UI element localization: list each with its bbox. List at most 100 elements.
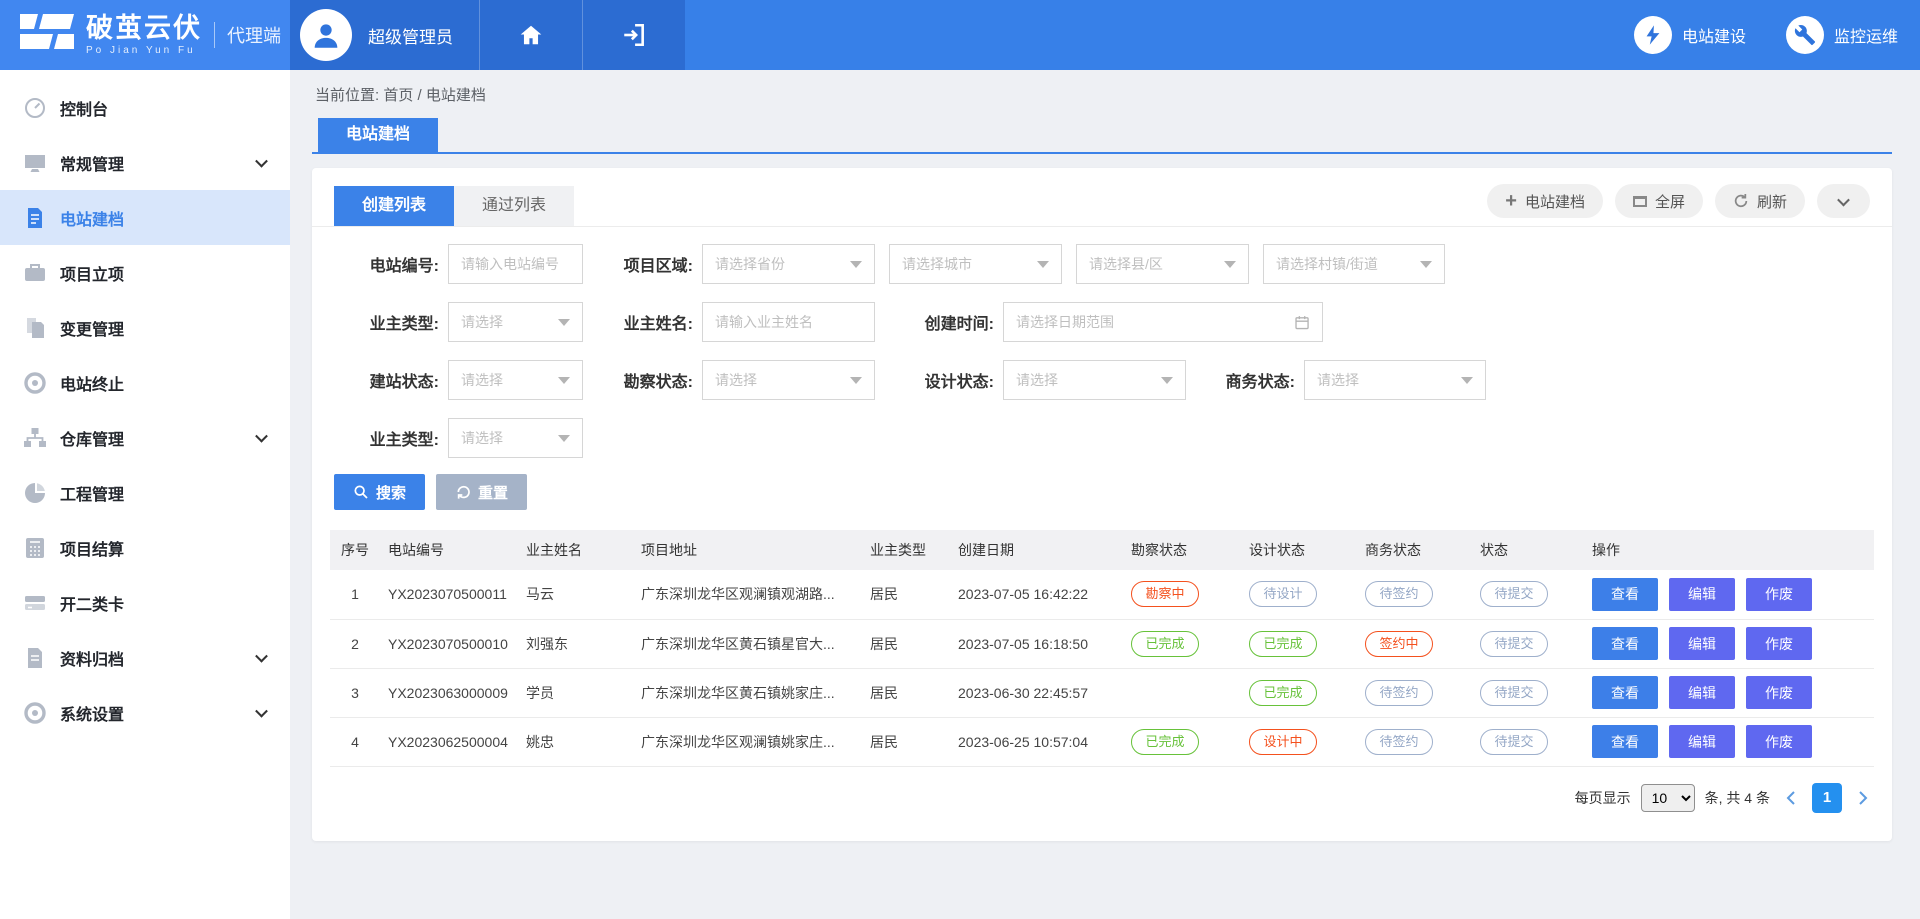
breadcrumb-current: 电站建档	[426, 87, 486, 104]
status-badge: 待提交	[1480, 631, 1548, 657]
nav-station-build[interactable]: 电站建设	[1634, 16, 1746, 54]
chevron-right-icon	[1856, 790, 1870, 806]
cell-created: 2023-07-05 16:42:22	[950, 570, 1123, 619]
next-page-button[interactable]	[1852, 790, 1874, 806]
build-status-select[interactable]: 请选择	[448, 360, 583, 400]
province-select[interactable]: 请选择省份	[702, 244, 875, 284]
county-select[interactable]: 请选择县/区	[1076, 244, 1249, 284]
tab-passed-list[interactable]: 通过列表	[454, 186, 574, 226]
edit-button[interactable]: 编辑	[1669, 725, 1735, 758]
chevron-down-icon	[1837, 193, 1850, 206]
col-actions: 操作	[1584, 530, 1874, 570]
design-status-select[interactable]: 请选择	[1003, 360, 1186, 400]
business-status-badge: 签约中	[1365, 631, 1433, 657]
owner-type2-label: 业主类型:	[342, 426, 448, 450]
station-code-input[interactable]	[461, 256, 570, 272]
collapse-filters-button[interactable]	[1817, 184, 1870, 218]
business-status-select[interactable]: 请选择	[1304, 360, 1486, 400]
owner-type2-select[interactable]: 请选择	[448, 418, 583, 458]
refresh-icon	[1733, 193, 1749, 209]
prev-page-button[interactable]	[1780, 790, 1802, 806]
breadcrumb-home[interactable]: 首页	[383, 87, 413, 104]
home-button[interactable]	[479, 0, 582, 70]
fullscreen-button[interactable]: 全屏	[1615, 184, 1703, 218]
search-label: 搜索	[376, 482, 406, 503]
view-button[interactable]: 查看	[1592, 578, 1658, 611]
logout-button[interactable]	[582, 0, 685, 70]
edit-button[interactable]: 编辑	[1669, 578, 1735, 611]
sidebar-item-open-type2-card[interactable]: 开二类卡	[0, 575, 290, 630]
town-select[interactable]: 请选择村镇/街道	[1263, 244, 1445, 284]
sidebar-item-general-management[interactable]: 常规管理	[0, 135, 290, 190]
page-1-button[interactable]: 1	[1812, 783, 1842, 813]
void-button[interactable]: 作废	[1746, 578, 1812, 611]
void-button[interactable]: 作废	[1746, 676, 1812, 709]
edit-button[interactable]: 编辑	[1669, 627, 1735, 660]
cell-index: 4	[330, 717, 380, 766]
sidebar-item-project-settlement[interactable]: 项目结算	[0, 520, 290, 575]
add-station-label: 电站建档	[1525, 191, 1585, 212]
logout-icon	[621, 22, 647, 48]
sidebar-item-project-initiation[interactable]: 项目立项	[0, 245, 290, 300]
sidebar-item-console[interactable]: 控制台	[0, 80, 290, 135]
sidebar-item-station-termination[interactable]: 电站终止	[0, 355, 290, 410]
reset-button[interactable]: 重置	[436, 474, 527, 510]
survey-status-select[interactable]: 请选择	[702, 360, 875, 400]
brand-text: 破茧云伏 Po Jian Yun Fu	[86, 15, 202, 56]
cell-code: YX2023070500010	[380, 619, 518, 668]
cell-address: 广东深圳龙华区黄石镇星官大...	[633, 619, 862, 668]
design-status-placeholder: 请选择	[1016, 370, 1058, 390]
cell-created: 2023-06-25 10:57:04	[950, 717, 1123, 766]
cell-index: 3	[330, 668, 380, 717]
city-select[interactable]: 请选择城市	[889, 244, 1062, 284]
col-address: 项目地址	[633, 530, 862, 570]
briefcase-icon	[22, 260, 48, 286]
total-count-label: 条, 共 4 条	[1705, 788, 1770, 808]
sidebar-item-engineering-management[interactable]: 工程管理	[0, 465, 290, 520]
home-icon	[518, 22, 544, 48]
nav-monitor-ops[interactable]: 监控运维	[1786, 16, 1898, 54]
view-button[interactable]: 查看	[1592, 627, 1658, 660]
user-chip[interactable]: 超级管理员	[290, 0, 479, 70]
cell-index: 1	[330, 570, 380, 619]
filter-row-1: 电站编号: 项目区域: 请选择省份 请选择城市 请选择县/区	[342, 244, 1892, 284]
sidebar-item-system-settings[interactable]: 系统设置	[0, 685, 290, 740]
filter-buttons: 搜索 重置	[312, 474, 1892, 510]
survey-status-badge: 已完成	[1131, 729, 1199, 755]
edit-button[interactable]: 编辑	[1669, 676, 1735, 709]
sidebar-item-data-archive[interactable]: 资料归档	[0, 630, 290, 685]
caret-down-icon	[850, 261, 862, 268]
business-status-badge: 待签约	[1365, 729, 1433, 755]
void-button[interactable]: 作废	[1746, 725, 1812, 758]
date-range-input[interactable]	[1016, 314, 1294, 330]
status-badge: 待提交	[1480, 729, 1548, 755]
view-button[interactable]: 查看	[1592, 725, 1658, 758]
cell-type: 居民	[862, 668, 950, 717]
chevron-down-icon	[255, 649, 268, 662]
view-button[interactable]: 查看	[1592, 676, 1658, 709]
sidebar-item-change-management[interactable]: 变更管理	[0, 300, 290, 355]
business-status-badge: 待签约	[1365, 680, 1433, 706]
search-button[interactable]: 搜索	[334, 474, 425, 510]
file-icon	[22, 645, 48, 671]
owner-type-select[interactable]: 请选择	[448, 302, 583, 342]
page-title-tab[interactable]: 电站建档	[318, 118, 438, 152]
tab-create-list[interactable]: 创建列表	[334, 186, 454, 226]
refresh-label: 刷新	[1757, 191, 1787, 212]
cell-address: 广东深圳龙华区黄石镇姚家庄...	[633, 668, 862, 717]
create-time-field[interactable]	[1003, 302, 1323, 342]
owner-name-input[interactable]	[715, 314, 862, 330]
chevron-down-icon	[255, 154, 268, 167]
filter-row-3: 建站状态: 请选择 勘察状态: 请选择 设计状态: 请选择 商务状态: 请选择	[342, 360, 1892, 400]
brand-logo-icon	[20, 13, 74, 58]
sidebar-item-station-filing[interactable]: 电站建档	[0, 190, 290, 245]
sidebar-item-warehouse-management[interactable]: 仓库管理	[0, 410, 290, 465]
filter-row-2: 业主类型: 请选择 业主姓名: 创建时间:	[342, 302, 1892, 342]
build-status-placeholder: 请选择	[461, 370, 503, 390]
brand-divider	[214, 22, 215, 48]
col-survey: 勘察状态	[1123, 530, 1241, 570]
refresh-button[interactable]: 刷新	[1715, 184, 1805, 218]
void-button[interactable]: 作废	[1746, 627, 1812, 660]
per-page-select[interactable]: 10	[1641, 784, 1695, 812]
add-station-button[interactable]: + 电站建档	[1487, 184, 1603, 218]
